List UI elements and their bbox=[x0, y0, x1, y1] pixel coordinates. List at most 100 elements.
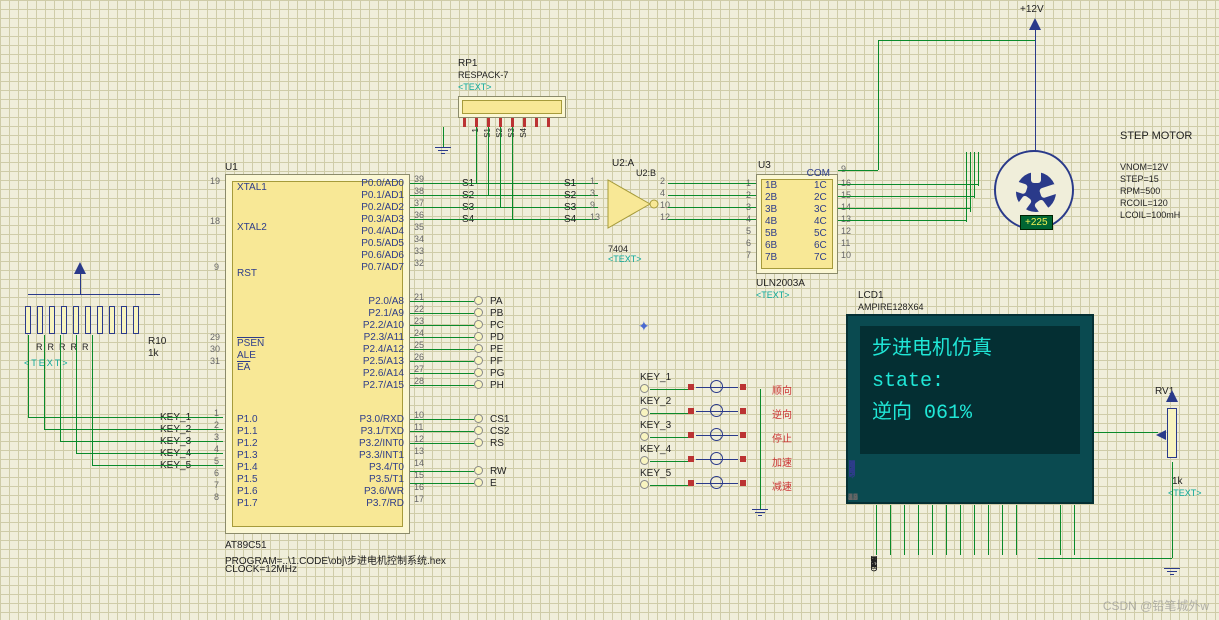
pin bbox=[520, 118, 529, 127]
wire bbox=[60, 441, 223, 442]
pin bbox=[496, 118, 505, 127]
net: CS1 bbox=[870, 556, 879, 572]
pin-p36: P3.6/WR bbox=[348, 486, 404, 497]
resistor-array[interactable] bbox=[22, 306, 142, 337]
wire bbox=[488, 127, 489, 195]
pin-p17: P1.7 bbox=[237, 498, 258, 509]
net-pc: PC bbox=[490, 320, 504, 331]
wire bbox=[410, 373, 474, 374]
pinno: 16 bbox=[841, 178, 851, 188]
pin bbox=[532, 118, 541, 127]
u3-pin: 7C bbox=[814, 252, 827, 263]
wire bbox=[92, 465, 223, 466]
net-terminal bbox=[474, 438, 483, 447]
net-pg: PG bbox=[490, 368, 504, 379]
u3-pin: 4B bbox=[765, 216, 777, 227]
pin bbox=[484, 118, 493, 127]
step-p4: LCOIL=100mH bbox=[1120, 210, 1180, 220]
net-terminal bbox=[640, 408, 649, 417]
step-p1: STEP=15 bbox=[1120, 174, 1159, 184]
pin bbox=[460, 118, 469, 127]
pin-p33: P3.3/INT1 bbox=[348, 450, 404, 461]
wire bbox=[650, 413, 688, 414]
pin-p23: P2.3/A11 bbox=[348, 332, 404, 343]
wire bbox=[28, 417, 223, 418]
pinno: 3 bbox=[590, 188, 595, 198]
pin-p00: P0.0/AD0 bbox=[348, 178, 404, 189]
pin-psen: PSEN bbox=[237, 338, 264, 349]
pushbutton[interactable] bbox=[688, 452, 746, 466]
pin-p35: P3.5/T1 bbox=[348, 474, 404, 485]
pinno: 14 bbox=[414, 458, 424, 468]
pinno: 13 bbox=[841, 214, 851, 224]
pin-xtal2: XTAL2 bbox=[237, 222, 267, 233]
wire bbox=[44, 335, 45, 429]
net-terminal bbox=[474, 356, 483, 365]
u2-text: <TEXT> bbox=[608, 254, 642, 264]
wire bbox=[410, 361, 474, 362]
u3-pin: 3B bbox=[765, 204, 777, 215]
pinno: 1 bbox=[590, 176, 595, 186]
btn-label: 加速 bbox=[772, 454, 792, 469]
pin-p30: P3.0/RXD bbox=[348, 414, 404, 425]
wire bbox=[410, 207, 458, 208]
pinno: 6 bbox=[214, 468, 219, 478]
u3-pin: 2B bbox=[765, 192, 777, 203]
u3-pin: 2C bbox=[814, 192, 827, 203]
pin-p31: P3.1/TXD bbox=[348, 426, 404, 437]
wire bbox=[838, 220, 966, 221]
pin-p22: P2.2/A10 bbox=[348, 320, 404, 331]
pin-p02: P0.2/AD2 bbox=[348, 202, 404, 213]
pin-p20: P2.0/A8 bbox=[348, 296, 404, 307]
u3-pin: 7B bbox=[765, 252, 777, 263]
wire bbox=[668, 207, 756, 208]
key-c1: KEY_1 bbox=[640, 372, 671, 383]
pin bbox=[508, 118, 517, 127]
u3-pin: 1C bbox=[814, 180, 827, 191]
wire bbox=[904, 505, 905, 555]
btn-label: 停止 bbox=[772, 430, 792, 445]
pin-p15: P1.5 bbox=[237, 474, 258, 485]
rv1-text: <TEXT> bbox=[1168, 488, 1202, 498]
rv1-pot[interactable] bbox=[1160, 404, 1184, 462]
wire bbox=[876, 505, 877, 555]
net-terminal bbox=[474, 320, 483, 329]
pinno: 34 bbox=[414, 234, 424, 244]
pushbutton[interactable] bbox=[688, 476, 746, 490]
u2-in3: S3 bbox=[564, 202, 576, 213]
wire bbox=[410, 385, 474, 386]
u2-ref: U2:A bbox=[612, 158, 634, 169]
pin-p04: P0.4/AD4 bbox=[348, 226, 404, 237]
key-c5: KEY_5 bbox=[640, 468, 671, 479]
wire bbox=[890, 505, 891, 555]
u1-clock: CLOCK=12MHz bbox=[225, 564, 297, 575]
wire bbox=[76, 453, 223, 454]
net-rw: RW bbox=[490, 466, 506, 477]
pinno: 11 bbox=[841, 238, 850, 248]
wire bbox=[838, 170, 878, 171]
rp1-chip[interactable] bbox=[458, 96, 566, 118]
wire bbox=[458, 207, 598, 208]
wire bbox=[410, 313, 474, 314]
pushbutton[interactable] bbox=[688, 428, 746, 442]
pushbutton[interactable] bbox=[688, 404, 746, 418]
wire bbox=[970, 152, 971, 212]
pinno: 13 bbox=[590, 212, 600, 222]
pushbutton[interactable] bbox=[688, 380, 746, 394]
wire bbox=[978, 152, 979, 186]
pin-p01: P0.1/AD1 bbox=[348, 190, 404, 201]
wire bbox=[946, 505, 947, 555]
pin-ea: EA bbox=[237, 362, 250, 373]
wire bbox=[1074, 505, 1075, 555]
wire bbox=[80, 274, 81, 294]
lcd-line2: state: bbox=[872, 366, 1068, 398]
u3-pin: 6C bbox=[814, 240, 827, 251]
wire bbox=[28, 294, 160, 295]
wire bbox=[974, 505, 975, 555]
net-terminal bbox=[640, 432, 649, 441]
u2-in1: S1 bbox=[564, 178, 576, 189]
wire bbox=[410, 443, 474, 444]
wire bbox=[918, 505, 919, 555]
pinno: 12 bbox=[841, 226, 851, 236]
pinno: 30 bbox=[210, 344, 220, 354]
